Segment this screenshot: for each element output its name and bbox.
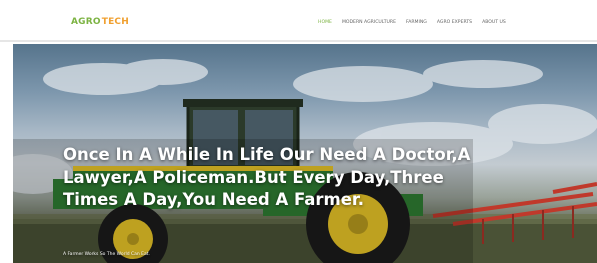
logo-tech-text: TECH xyxy=(101,17,129,27)
site-logo[interactable]: AGROTECH xyxy=(71,17,129,27)
nav-item-agro-experts[interactable]: AGRO EXPERTS xyxy=(437,20,472,25)
nav-item-farming[interactable]: FARMING xyxy=(406,20,427,25)
nav-item-about-us[interactable]: ABOUT US xyxy=(482,20,506,25)
hero-heading: Once In A While In Life Our Need A Docto… xyxy=(63,145,471,209)
nav-item-home[interactable]: HOME xyxy=(318,20,332,25)
site-header: AGROTECH HOME MODERN AGRICULTURE FARMING… xyxy=(0,0,597,42)
nav-item-modern-agriculture[interactable]: MODERN AGRICULTURE xyxy=(342,20,396,25)
hero-subtext: A Farmer Works So The World Can Eat. xyxy=(63,252,150,257)
main-nav: HOME MODERN AGRICULTURE FARMING AGRO EXP… xyxy=(318,20,516,25)
hero-banner: Once In A While In Life Our Need A Docto… xyxy=(13,44,597,263)
logo-agro-text: AGRO xyxy=(71,17,101,27)
